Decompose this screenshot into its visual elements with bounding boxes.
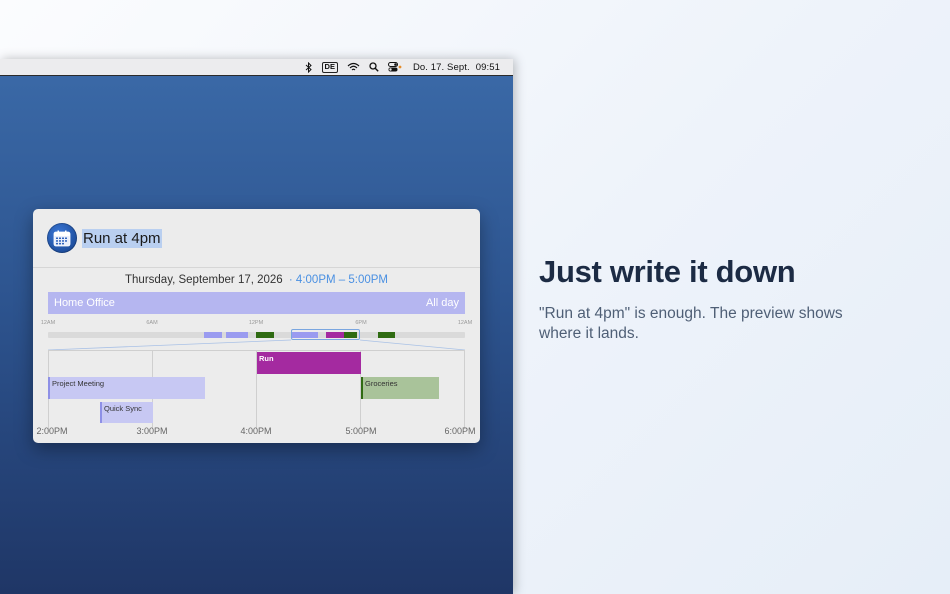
hour-gridline bbox=[464, 350, 465, 429]
menubar-time: 09:51 bbox=[475, 61, 500, 73]
spotlight-search-icon[interactable] bbox=[369, 62, 379, 72]
hour-label: 5:00PM bbox=[345, 426, 377, 436]
event-quick-sync[interactable]: Quick Sync bbox=[100, 402, 153, 423]
quick-add-popup: Run at 4pm Thursday, September 17, 2026 … bbox=[33, 209, 480, 443]
hour-label: 3:00PM bbox=[136, 426, 168, 436]
hour-label: 4:00PM bbox=[240, 426, 272, 436]
menubar-clock[interactable]: Do. 17. Sept. 09:51 bbox=[413, 62, 500, 73]
promo-subtitle: "Run at 4pm" is enough. The preview show… bbox=[539, 305, 843, 342]
input-source-indicator[interactable]: DE bbox=[321, 61, 338, 73]
menubar-date: Do. 17. Sept. bbox=[412, 61, 470, 73]
wifi-icon[interactable] bbox=[347, 62, 360, 72]
hour-label: 6:00PM bbox=[444, 426, 476, 436]
event-run[interactable]: Run bbox=[257, 352, 361, 374]
event-project-meeting[interactable]: Project Meeting bbox=[48, 377, 205, 399]
promo-title: Just write it down bbox=[539, 254, 796, 289]
day-view: Run Project Meeting Quick Sync Groceries… bbox=[33, 209, 480, 443]
menu-bar: DE Do. 17. Sept. 09:51 bbox=[0, 59, 513, 76]
bluetooth-icon[interactable] bbox=[305, 61, 313, 73]
hour-label: 2:00PM bbox=[36, 426, 68, 436]
event-groceries[interactable]: Groceries bbox=[361, 377, 439, 399]
control-center-icon[interactable] bbox=[387, 62, 402, 72]
